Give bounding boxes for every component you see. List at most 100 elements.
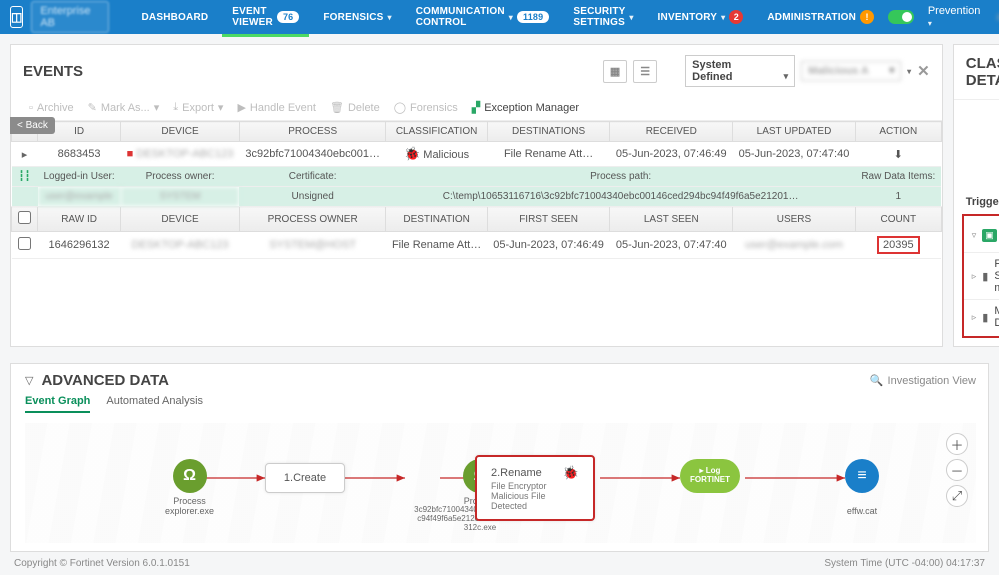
clear-filter-icon[interactable]: ✕ bbox=[917, 62, 930, 80]
chevron-down-icon: ▾ bbox=[388, 13, 392, 22]
mode-toggle[interactable] bbox=[888, 10, 914, 24]
col-rawid[interactable]: RAW ID bbox=[38, 207, 121, 232]
tree-expand-icon[interactable]: ▹ bbox=[972, 271, 977, 282]
markas-button[interactable]: ✎ Mark As... ▾ bbox=[88, 101, 160, 114]
file-icon: ≡ bbox=[845, 459, 879, 493]
col-destinations[interactable]: DESTINATIONS bbox=[487, 122, 610, 142]
col-users[interactable]: USERS bbox=[733, 207, 856, 232]
event-graph-canvas[interactable]: Ω Process explorer.exe 1.Create Ω Proces… bbox=[25, 423, 976, 543]
select-all-checkbox[interactable] bbox=[18, 211, 31, 224]
chevron-down-icon: ▾ bbox=[509, 13, 513, 22]
subtable-header: RAW ID DEVICE PROCESS OWNER DESTINATION … bbox=[12, 207, 942, 232]
graph-node-log[interactable]: ▸ LogFORTINET bbox=[680, 459, 740, 496]
col-dest[interactable]: DESTINATION bbox=[386, 207, 487, 232]
col-owner[interactable]: PROCESS OWNER bbox=[239, 207, 386, 232]
tree-expand-icon[interactable]: ▿ bbox=[972, 230, 977, 241]
cell-device: ■ DESKTOP-ABC123 bbox=[121, 142, 240, 167]
rule-item[interactable]: ▹ ▮ File Encryptor - Suspicious file mod… bbox=[964, 253, 999, 300]
grid-view-button[interactable]: ▦ bbox=[603, 60, 627, 83]
cell-received: 05-Jun-2023, 07:46:49 bbox=[610, 142, 733, 167]
expand-icon[interactable]: ▸ bbox=[22, 149, 28, 161]
events-title: EVENTS ▦ ☰ System Defined Malicious A ▾ … bbox=[11, 45, 942, 97]
col-classification[interactable]: CLASSIFICATION bbox=[386, 122, 487, 142]
nav-inventory[interactable]: INVENTORY▾ 2 bbox=[648, 0, 754, 37]
label-cert: Certificate: bbox=[239, 167, 386, 187]
org-selector[interactable]: Enterprise AB bbox=[31, 1, 109, 33]
nav-security[interactable]: SECURITY SETTINGS▾ bbox=[563, 0, 643, 37]
footer-right: System Time (UTC -04:00) 04:17:37 bbox=[824, 558, 985, 569]
cell-action[interactable]: ⬇ bbox=[855, 142, 941, 167]
node-label: Process bbox=[165, 496, 214, 506]
dots-icon[interactable]: ┇┇ bbox=[18, 171, 30, 182]
node-sub: explorer.exe bbox=[165, 506, 214, 516]
rule-item[interactable]: ▹ ▮ Malicious File Detected bbox=[964, 300, 999, 334]
graph-node-process[interactable]: Ω Process explorer.exe bbox=[165, 459, 214, 516]
event-expand-labels: ┇┇ Logged-in User: Process owner: Certif… bbox=[12, 167, 942, 187]
rule-item[interactable]: ▿ ▣ Binary Ransomware Prevention bbox=[964, 218, 999, 253]
chevron-down-icon: ▾ bbox=[721, 13, 725, 22]
filter-value-select[interactable]: Malicious A bbox=[801, 61, 901, 81]
advanced-title: ADVANCED DATA bbox=[41, 372, 169, 389]
events-toolbar: ▫ Archive ✎ Mark As... ▾ ⤓ Export ▾ ▶ Ha… bbox=[11, 97, 942, 121]
zoom-in-button[interactable]: ＋ bbox=[946, 433, 968, 455]
zoom-reset-button[interactable]: ⤢ bbox=[946, 485, 968, 507]
file-icon: ▮ bbox=[982, 270, 988, 283]
zoom-out-button[interactable]: － bbox=[946, 459, 968, 481]
event-row[interactable]: ▸ 8683453 ■ DESKTOP-ABC123 3c92bfc710043… bbox=[12, 142, 942, 167]
nav-comm-control[interactable]: COMMUNICATION CONTROL▾ 1189 bbox=[406, 0, 560, 37]
delete-button[interactable]: 🗑 Delete bbox=[330, 101, 380, 114]
col-process[interactable]: PROCESS bbox=[239, 122, 386, 142]
graph-action-rename[interactable]: 2.Rename 🐞 File Encryptor Malicious File… bbox=[475, 455, 595, 521]
comm-badge: 1189 bbox=[517, 11, 549, 23]
topbar-right: Prevention ▾ admin bbox=[888, 5, 999, 29]
tab-event-graph[interactable]: Event Graph bbox=[25, 395, 90, 413]
nav-label: EVENT VIEWER bbox=[232, 6, 273, 28]
col-lastupdated[interactable]: LAST UPDATED bbox=[733, 122, 856, 142]
mode-label[interactable]: Prevention ▾ bbox=[928, 5, 983, 29]
archive-button[interactable]: ▫ Archive bbox=[29, 102, 74, 114]
col-first[interactable]: FIRST SEEN bbox=[487, 207, 610, 232]
col-last[interactable]: LAST SEEN bbox=[610, 207, 733, 232]
tab-automated-analysis[interactable]: Automated Analysis bbox=[106, 395, 203, 413]
cell-destinations: File Rename Att… bbox=[487, 142, 610, 167]
events-panel: EVENTS ▦ ☰ System Defined Malicious A ▾ … bbox=[10, 44, 943, 347]
file-icon: ▮ bbox=[982, 311, 988, 324]
graph-node-file[interactable]: ≡ effw.cat bbox=[845, 459, 879, 516]
exception-manager-button[interactable]: ▞ Exception Manager bbox=[472, 101, 579, 114]
box-line: Malicious File Detected bbox=[491, 491, 579, 511]
forensics-button[interactable]: ◯ Forensics bbox=[394, 101, 458, 114]
rule-text: File Encryptor - Suspicious file modific… bbox=[994, 258, 999, 294]
footer: Copyright © Fortinet Version 6.0.1.0151 … bbox=[0, 552, 999, 575]
classification-panel: CLASSIFICATION DETAILS Triggered Rules ▿… bbox=[953, 44, 999, 347]
nav-forensics[interactable]: FORENSICS ▾ bbox=[313, 0, 401, 37]
event-count-badge: 76 bbox=[277, 11, 299, 23]
cell-classification: 🐞 Malicious bbox=[386, 142, 487, 167]
nav-admin[interactable]: ADMINISTRATION ! bbox=[757, 0, 884, 37]
advanced-tabs: Event Graph Automated Analysis bbox=[25, 395, 976, 413]
handle-event-button[interactable]: ▶ Handle Event bbox=[237, 101, 316, 114]
event-expand-values: user@example SYSTEM Unsigned C:\temp\106… bbox=[12, 187, 942, 207]
col-device2[interactable]: DEVICE bbox=[121, 207, 240, 232]
col-device[interactable]: DEVICE bbox=[121, 122, 240, 142]
export-button[interactable]: ⤓ Export ▾ bbox=[173, 101, 223, 114]
tree-expand-icon[interactable]: ▹ bbox=[972, 312, 977, 323]
col-count[interactable]: COUNT bbox=[855, 207, 941, 232]
subtable-row[interactable]: 1646296132 DESKTOP-ABC123 SYSTEM@HOST Fi… bbox=[12, 232, 942, 259]
col-action[interactable]: ACTION bbox=[855, 122, 941, 142]
filter-scope-select[interactable]: System Defined bbox=[685, 55, 795, 87]
nav-event-viewer[interactable]: EVENT VIEWER 76 bbox=[222, 0, 309, 37]
back-button[interactable]: < Back bbox=[10, 117, 55, 134]
nav-label: ADMINISTRATION bbox=[767, 12, 856, 23]
col-received[interactable]: RECEIVED bbox=[610, 122, 733, 142]
chevron-down-icon: ▾ bbox=[907, 67, 911, 76]
val-cert: Unsigned bbox=[239, 187, 386, 207]
investigation-view-link[interactable]: 🔍 Investigation View bbox=[870, 374, 976, 387]
rule-text: Malicious File Detected bbox=[994, 305, 999, 329]
graph-action-create[interactable]: 1.Create bbox=[265, 463, 345, 493]
list-view-button[interactable]: ☰ bbox=[633, 60, 657, 83]
nav-label: FORENSICS bbox=[323, 12, 383, 23]
bug-icon: 🐞 bbox=[404, 146, 420, 161]
nav-dashboard[interactable]: DASHBOARD bbox=[131, 0, 218, 37]
collapse-icon[interactable]: ▽ bbox=[25, 374, 33, 387]
row-checkbox[interactable] bbox=[18, 237, 31, 250]
